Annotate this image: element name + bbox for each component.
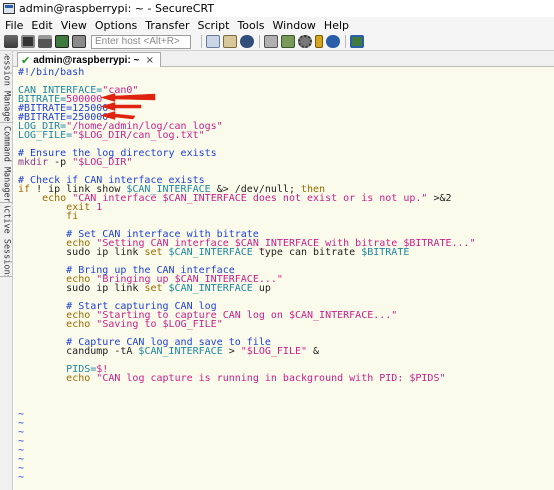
terminal-token: "$LOG_DIR/can_log.txt" xyxy=(72,130,205,141)
terminal-token: > xyxy=(222,346,241,357)
terminal-token: echo xyxy=(66,373,91,384)
command-manager-label: Command Manager xyxy=(1,125,12,203)
toolbar-divider xyxy=(345,35,346,48)
screen-icon[interactable] xyxy=(350,35,364,48)
empty-line-marker: ~ xyxy=(15,472,554,483)
terminal-token: candump -tA xyxy=(18,346,139,357)
terminal-line: echo "CAN log capture is running in back… xyxy=(15,373,554,384)
terminal-line: mkdir -p "$LOG_DIR" xyxy=(15,157,554,168)
terminal-line: #!/bin/bash xyxy=(15,67,554,78)
terminal-token: "CAN log capture is running in backgroun… xyxy=(96,373,446,384)
active-sessions-label: Active Sessions xyxy=(1,205,12,277)
empty-line-marker: ~ xyxy=(15,419,554,429)
terminal-line: exit 1 xyxy=(15,202,554,213)
terminal-token: echo xyxy=(66,319,91,330)
terminal-token: $CAN_INTERFACE xyxy=(168,283,253,294)
toolbar xyxy=(0,33,554,51)
menu-window[interactable]: Window xyxy=(273,19,316,32)
terminal-line: fi xyxy=(15,211,554,222)
menu-tools[interactable]: Tools xyxy=(237,19,264,32)
disconnect-icon[interactable] xyxy=(72,35,86,48)
terminal-line: echo "Saving to $LOG_FILE" xyxy=(15,319,554,330)
help-icon[interactable] xyxy=(326,35,340,48)
terminal-line: sudo ip link set $CAN_INTERFACE up xyxy=(15,283,554,294)
terminal-token: set xyxy=(144,283,163,294)
terminal-token: "CAN interface $CAN_INTERFACE does not e… xyxy=(72,193,428,204)
session-manager-label: Session Manager xyxy=(1,53,12,123)
toolbar-divider xyxy=(201,35,202,48)
terminal-token: up xyxy=(252,283,271,294)
session-tab-admin[interactable]: ✔ admin@raspberrypi: ~ × xyxy=(17,52,161,67)
empty-line-marker: ~ xyxy=(15,410,554,420)
menu-edit[interactable]: Edit xyxy=(31,19,52,32)
connected-check-icon: ✔ xyxy=(21,53,31,67)
terminal-line: candump -tA $CAN_INTERFACE > "$LOG_FILE"… xyxy=(15,346,554,357)
terminal-line: sudo ip link set $CAN_INTERFACE type can… xyxy=(15,247,554,258)
terminal-token: #!/bin/bash xyxy=(18,67,85,78)
tab-active-sessions[interactable]: Active Sessions xyxy=(0,205,13,277)
connect-in-tab-icon[interactable] xyxy=(38,35,52,48)
enter-host-input[interactable] xyxy=(91,34,191,49)
title-bar: admin@raspberrypi: ~ - SecureCRT xyxy=(0,0,554,17)
terminal-token: $CAN_INTERFACE xyxy=(168,247,253,258)
empty-line-marker: ~ xyxy=(15,455,554,465)
terminal-token: & xyxy=(307,346,320,357)
sftp-icon[interactable] xyxy=(281,35,295,48)
terminal-token: "Saving to $LOG_FILE" xyxy=(96,319,223,330)
menu-view[interactable]: View xyxy=(61,19,87,32)
close-tab-icon[interactable]: × xyxy=(146,55,154,66)
menu-help[interactable]: Help xyxy=(324,19,349,32)
securecrt-app-icon xyxy=(3,3,15,14)
terminal-token: set xyxy=(144,247,163,258)
terminal-token: mkdir xyxy=(18,157,49,168)
terminal-token: $BITRATE xyxy=(361,247,410,258)
tab-command-manager[interactable]: Command Manager xyxy=(0,125,13,203)
settings-icon[interactable] xyxy=(298,35,312,48)
menu-transfer[interactable]: Transfer xyxy=(145,19,189,32)
quick-connect-icon[interactable] xyxy=(21,35,35,48)
terminal-output[interactable]: #!/bin/bash CAN_INTERFACE="can0" BITRATE=5… xyxy=(15,67,554,490)
terminal-token: LOG_FILE= xyxy=(18,130,73,141)
paste-icon[interactable] xyxy=(223,35,237,48)
session-tab-bar: ✔ admin@raspberrypi: ~ × xyxy=(13,51,554,67)
print-icon[interactable] xyxy=(264,35,278,48)
tilde-marker: ~ xyxy=(18,472,25,483)
terminal-token: -p xyxy=(48,157,73,168)
terminal-token: $CAN_INTERFACE xyxy=(138,346,223,357)
menu-script[interactable]: Script xyxy=(198,19,230,32)
empty-line-marker: ~ xyxy=(15,446,554,456)
copy-icon[interactable] xyxy=(206,35,220,48)
terminal-token: >&2 xyxy=(427,193,452,204)
tab-session-manager[interactable]: Session Manager xyxy=(0,53,13,123)
menu-options[interactable]: Options xyxy=(95,19,137,32)
window-title: admin@raspberrypi: ~ - SecureCRT xyxy=(19,2,215,15)
terminal-token: "$LOG_FILE" xyxy=(240,346,308,357)
empty-line-marker: ~ xyxy=(15,437,554,447)
toolbar-divider xyxy=(259,35,260,48)
empty-line-marker: ~ xyxy=(15,464,554,474)
terminal-token: type can bitrate xyxy=(252,247,362,258)
terminal-line: LOG_FILE="$LOG_DIR/can_log.txt" xyxy=(15,130,554,141)
menu-file[interactable]: File xyxy=(5,19,23,32)
terminal-token: "$LOG_DIR" xyxy=(72,157,133,168)
session-tab-label: admin@raspberrypi: ~ xyxy=(33,54,140,66)
terminal-token: sudo ip link xyxy=(18,283,145,294)
terminal-token: fi xyxy=(66,211,79,222)
empty-line-marker: ~ xyxy=(15,428,554,438)
connect-icon[interactable] xyxy=(4,35,18,48)
terminal-token: 1 xyxy=(96,202,103,213)
menu-bar: File Edit View Options Transfer Script T… xyxy=(0,17,554,33)
side-panel-tabs: Session Manager Command Manager Active S… xyxy=(0,51,13,490)
find-icon[interactable] xyxy=(240,35,254,48)
terminal-token: sudo ip link xyxy=(18,247,145,258)
keymap-icon[interactable] xyxy=(315,35,323,48)
reconnect-icon[interactable] xyxy=(55,35,69,48)
terminal-token: "can0" xyxy=(102,85,139,96)
